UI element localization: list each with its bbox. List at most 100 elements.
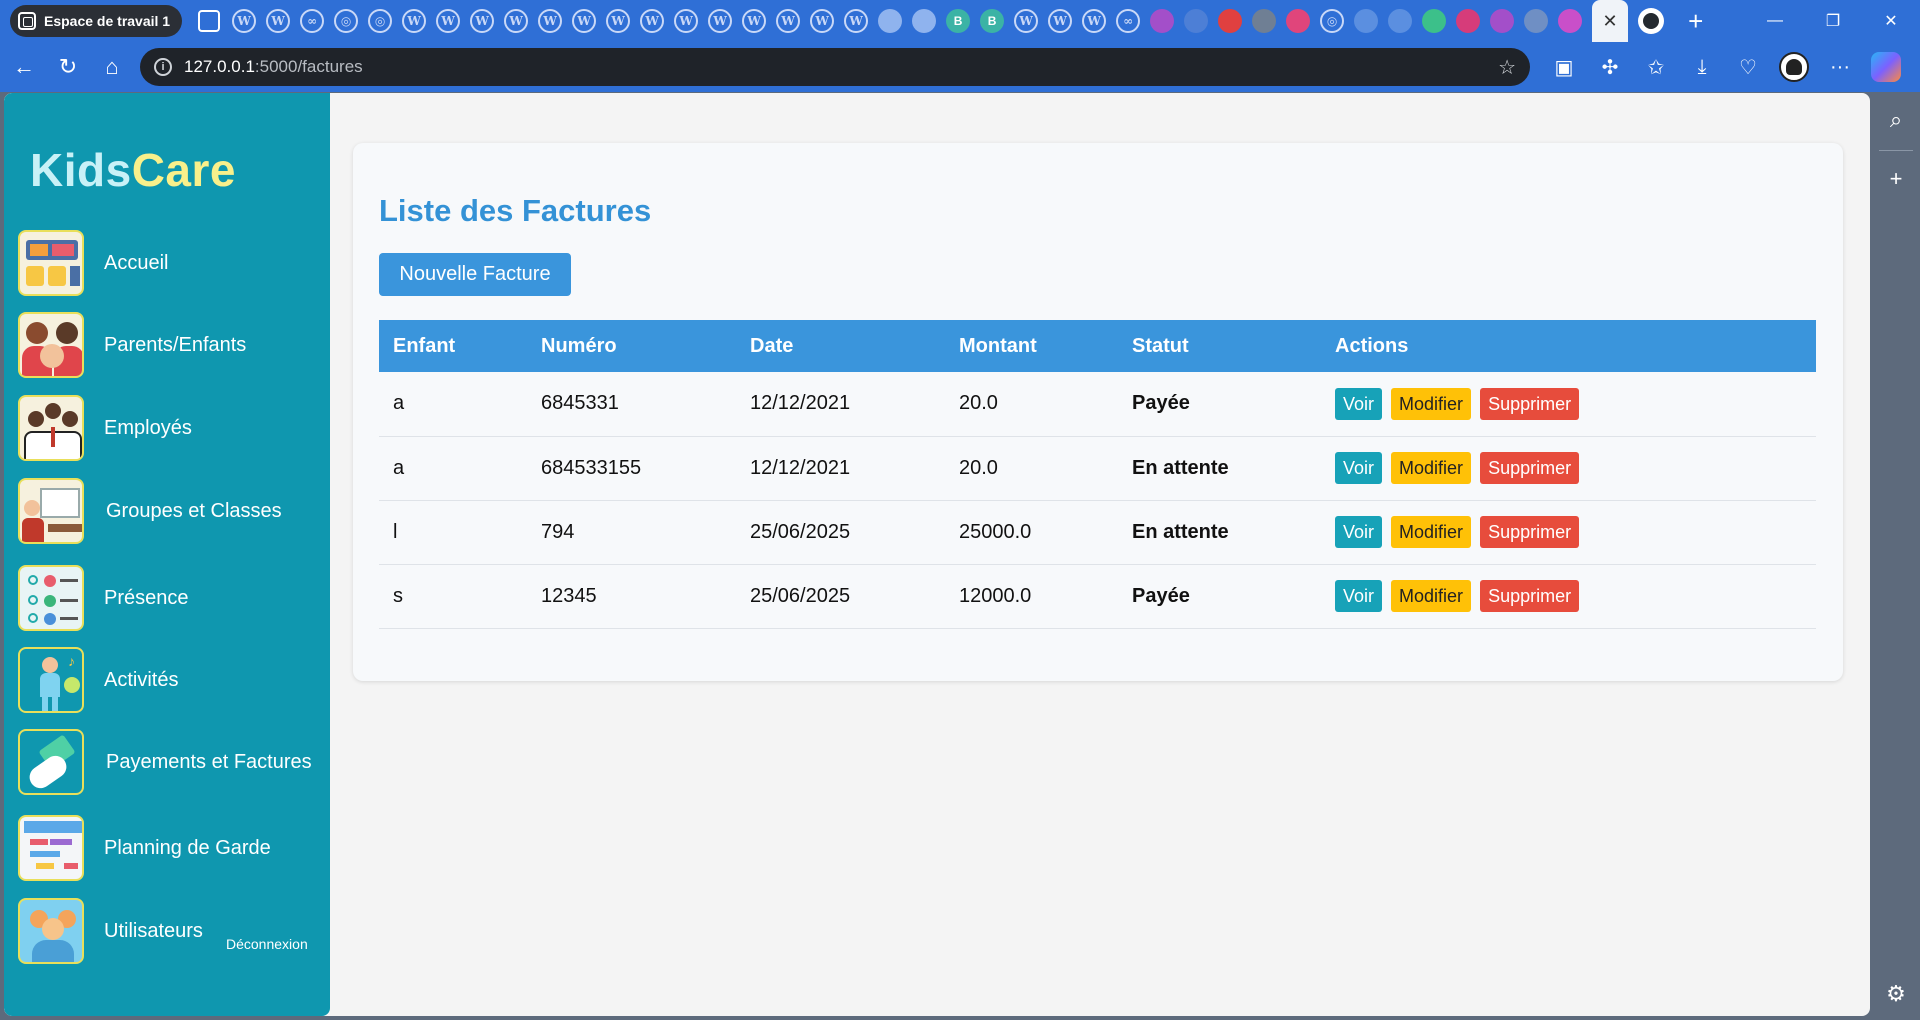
performance-icon[interactable]: ♡ (1728, 47, 1768, 87)
sidebar-item-groups[interactable]: Groupes et Classes (18, 478, 282, 544)
reload-icon[interactable]: ↻ (46, 45, 90, 89)
tab-favicon[interactable]: W (674, 9, 699, 33)
tab-favicon[interactable]: W (776, 9, 801, 33)
profile-icon[interactable] (1774, 47, 1814, 87)
address-bar[interactable]: i 127.0.0.1:5000/factures ☆ (140, 48, 1530, 86)
view-button[interactable]: Voir (1335, 516, 1383, 548)
tab-favicon[interactable] (878, 9, 903, 33)
bing-tab-icon[interactable]: B (980, 9, 1005, 33)
gear-icon[interactable]: ⚙ (1876, 974, 1916, 1014)
table-row: a 6845331 12/12/2021 20.0 Payée Voir Modi… (379, 372, 1816, 437)
delete-button[interactable]: Supprimer (1480, 387, 1580, 420)
calendar-icon (18, 815, 84, 881)
tab-favicon[interactable]: ◎ (334, 9, 359, 33)
sidebar-item-staff[interactable]: Employés (18, 395, 192, 461)
view-button[interactable]: Voir (1335, 387, 1383, 420)
tab-favicon[interactable] (1184, 9, 1209, 33)
bing-tab-icon[interactable]: B (946, 9, 971, 33)
logout-link[interactable]: Déconnexion (226, 936, 308, 952)
tab-favicon[interactable]: W (504, 9, 529, 33)
copilot-icon[interactable] (1866, 47, 1906, 87)
cell-amount: 25000.0 (945, 500, 1118, 565)
tab-favicon[interactable]: ◎ (368, 9, 393, 33)
tab-favicon[interactable]: W (538, 9, 563, 33)
tab-favicon[interactable]: W (1082, 9, 1107, 33)
tab-favicon[interactable]: ∞ (300, 9, 325, 33)
restore-icon[interactable]: ❐ (1804, 0, 1862, 42)
tab-favicon[interactable] (1422, 9, 1447, 33)
cell-actions: Voir Modifier Supprimer (1321, 500, 1816, 565)
tab-favicon[interactable] (1354, 9, 1379, 33)
view-button[interactable]: Voir (1335, 580, 1383, 612)
favorites-icon[interactable]: ✩ (1636, 47, 1676, 87)
github-tab-icon[interactable] (1638, 8, 1665, 34)
tab-favicon[interactable]: W (1014, 9, 1039, 33)
tab-favicon[interactable] (1252, 9, 1277, 33)
tab-favicon[interactable] (1558, 9, 1583, 33)
add-icon[interactable]: + (1876, 159, 1916, 199)
tab-favicon[interactable]: W (402, 9, 427, 33)
tab-favicon[interactable]: W (708, 9, 733, 33)
tab-favicon[interactable]: ◎ (1320, 9, 1345, 33)
new-tab-icon[interactable]: + (1688, 8, 1703, 34)
site-info-icon[interactable]: i (154, 58, 172, 76)
edit-button[interactable]: Modifier (1391, 387, 1472, 420)
tab-favicon[interactable]: W (742, 9, 767, 33)
workspace-label: Espace de travail 1 (44, 13, 171, 29)
favorite-star-icon[interactable]: ☆ (1498, 55, 1516, 80)
workspace-button[interactable]: Espace de travail 1 (10, 5, 183, 37)
sidebar-item-parents[interactable]: Parents/Enfants (18, 312, 246, 378)
sidebar-item-activities[interactable]: ♪ Activités (18, 647, 178, 713)
delete-button[interactable]: Supprimer (1480, 452, 1580, 484)
cell-child: a (379, 372, 527, 437)
pinterest-tab-icon[interactable] (1286, 9, 1311, 33)
tab-favicon[interactable] (1524, 9, 1549, 33)
youtube-tab-icon[interactable] (1456, 9, 1481, 33)
tab-favicon[interactable]: W (470, 9, 495, 33)
tab-favicon[interactable]: W (810, 9, 835, 33)
back-icon[interactable]: ← (2, 45, 46, 89)
close-window-icon[interactable]: ✕ (1862, 0, 1920, 42)
sidebar-item-payments[interactable]: Payements et Factures (18, 729, 312, 795)
tab-favicon[interactable]: W (266, 9, 291, 33)
tab-favicon[interactable] (1490, 9, 1515, 33)
tab-favicon[interactable]: W (844, 9, 869, 33)
tab-favicon[interactable]: W (232, 9, 257, 33)
tab-favicon[interactable]: W (572, 9, 597, 33)
tab-favicon[interactable] (1388, 9, 1413, 33)
sidebar-item-users[interactable]: Utilisateurs (18, 898, 203, 964)
cell-amount: 12000.0 (945, 564, 1118, 629)
brand-logo[interactable]: KidsCare (30, 143, 236, 197)
delete-button[interactable]: Supprimer (1480, 580, 1580, 612)
more-icon[interactable]: ··· (1820, 47, 1860, 87)
search-icon[interactable]: ⌕ (1876, 100, 1916, 140)
edit-button[interactable]: Modifier (1391, 452, 1472, 484)
tab-favicon[interactable]: W (606, 9, 631, 33)
sidebar-item-attendance[interactable]: Présence (18, 565, 189, 631)
tab-favicon[interactable] (912, 9, 937, 33)
view-button[interactable]: Voir (1335, 452, 1383, 484)
tab-favicon[interactable]: W (1048, 9, 1073, 33)
delete-button[interactable]: Supprimer (1480, 516, 1580, 548)
home-icon[interactable]: ⌂ (90, 45, 134, 89)
tab-favicon[interactable]: W (640, 9, 665, 33)
extension-icon[interactable]: ▣ (1544, 47, 1584, 87)
tab-favicon[interactable]: ∞ (1116, 9, 1141, 33)
cell-number: 794 (527, 500, 736, 565)
active-tab-close-icon[interactable]: ✕ (1592, 0, 1629, 42)
tab-favicon[interactable]: W (436, 9, 461, 33)
tab-favicon[interactable] (1218, 9, 1243, 33)
sidebar: KidsCare Accueil Parents/Enfants Employé… (4, 93, 330, 1016)
sidebar-item-home[interactable]: Accueil (18, 230, 168, 296)
sidebar-item-planning[interactable]: Planning de Garde (18, 815, 271, 881)
extensions-puzzle-icon[interactable]: ✣ (1590, 47, 1630, 87)
tab-favicon[interactable] (1150, 9, 1175, 33)
tab-actions-icon[interactable] (198, 10, 221, 32)
downloads-icon[interactable]: ⤓ (1682, 47, 1722, 87)
edit-button[interactable]: Modifier (1391, 516, 1472, 548)
new-invoice-button[interactable]: Nouvelle Facture (379, 253, 571, 296)
minimize-icon[interactable]: — (1746, 0, 1804, 42)
edit-button[interactable]: Modifier (1391, 580, 1472, 612)
payment-icon (18, 729, 84, 795)
pinned-tabs: W W ∞ ◎ ◎ W W W W W W W W W W W W W W B … (232, 0, 1746, 42)
